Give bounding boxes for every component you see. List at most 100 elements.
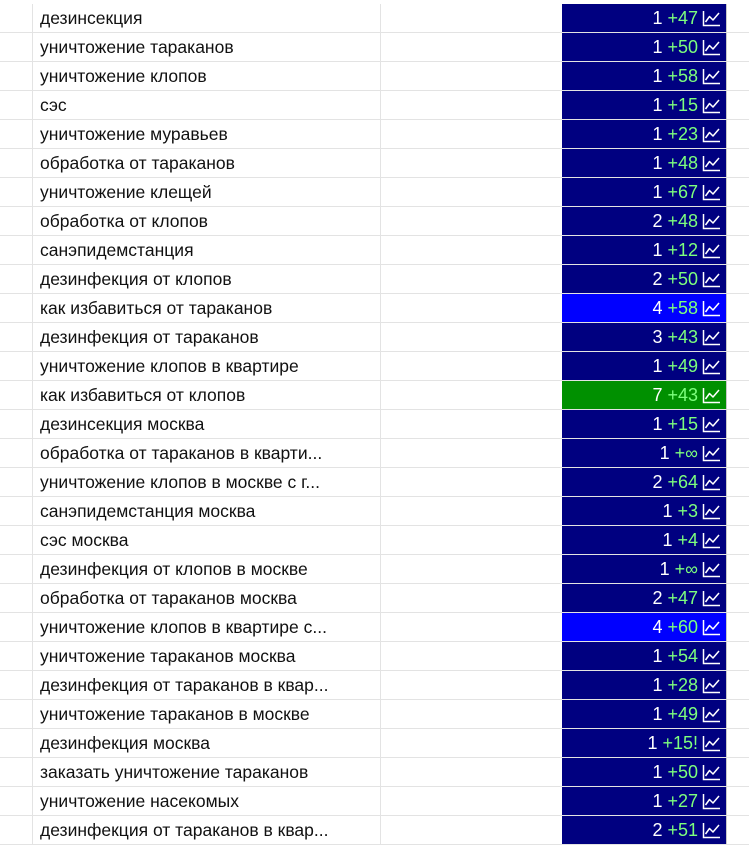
chart-icon[interactable]	[702, 764, 721, 781]
keyword-cell[interactable]: дезинфекция от клопов	[33, 265, 381, 293]
table-row[interactable]: уничтожение клопов в квартире 1 +49	[0, 352, 749, 381]
position-cell[interactable]: 1 +54	[562, 642, 727, 670]
table-row[interactable]: дезинфекция от клопов 2 +50	[0, 265, 749, 294]
position-cell[interactable]: 1 +∞	[562, 555, 727, 583]
keyword-cell[interactable]: дезинфекция москва	[33, 729, 381, 757]
keyword-cell[interactable]: обработка от тараканов	[33, 149, 381, 177]
chart-icon[interactable]	[702, 10, 721, 27]
chart-icon[interactable]	[702, 68, 721, 85]
chart-icon[interactable]	[702, 706, 721, 723]
chart-icon[interactable]	[702, 416, 721, 433]
keyword-cell[interactable]: обработка от тараканов в кварти...	[33, 439, 381, 467]
keyword-cell[interactable]: заказать уничтожение тараканов	[33, 758, 381, 786]
position-cell[interactable]: 1 +4	[562, 526, 727, 554]
keyword-cell[interactable]: сэс москва	[33, 526, 381, 554]
position-cell[interactable]: 1 +∞	[562, 439, 727, 467]
table-row[interactable]: уничтожение тараканов 1 +50	[0, 33, 749, 62]
chart-icon[interactable]	[702, 184, 721, 201]
chart-icon[interactable]	[702, 242, 721, 259]
position-cell[interactable]: 3 +43	[562, 323, 727, 351]
table-row[interactable]: дезинсекция 1 +47	[0, 4, 749, 33]
chart-icon[interactable]	[702, 619, 721, 636]
chart-icon[interactable]	[702, 126, 721, 143]
position-cell[interactable]: 1 +15	[562, 91, 727, 119]
chart-icon[interactable]	[702, 300, 721, 317]
chart-icon[interactable]	[702, 793, 721, 810]
keyword-cell[interactable]: дезинфекция от тараканов	[33, 323, 381, 351]
chart-icon[interactable]	[702, 387, 721, 404]
keyword-cell[interactable]: как избавиться от клопов	[33, 381, 381, 409]
table-row[interactable]: обработка от клопов 2 +48	[0, 207, 749, 236]
keyword-cell[interactable]: сэс	[33, 91, 381, 119]
chart-icon[interactable]	[702, 590, 721, 607]
chart-icon[interactable]	[702, 271, 721, 288]
chart-icon[interactable]	[702, 648, 721, 665]
keyword-cell[interactable]: дезинсекция	[33, 4, 381, 32]
chart-icon[interactable]	[702, 474, 721, 491]
chart-icon[interactable]	[702, 39, 721, 56]
position-cell[interactable]: 1 +67	[562, 178, 727, 206]
table-row[interactable]: обработка от тараканов 1 +48	[0, 149, 749, 178]
chart-icon[interactable]	[702, 155, 721, 172]
table-row[interactable]: сэс 1 +15	[0, 91, 749, 120]
keyword-cell[interactable]: уничтожение тараканов москва	[33, 642, 381, 670]
table-row[interactable]: как избавиться от тараканов 4 +58	[0, 294, 749, 323]
keyword-cell[interactable]: санэпидемстанция москва	[33, 497, 381, 525]
table-row[interactable]: санэпидемстанция москва 1 +3	[0, 497, 749, 526]
table-row[interactable]: уничтожение муравьев 1 +23	[0, 120, 749, 149]
position-cell[interactable]: 1 +58	[562, 62, 727, 90]
keyword-cell[interactable]: уничтожение клопов в квартире с...	[33, 613, 381, 641]
keyword-cell[interactable]: обработка от клопов	[33, 207, 381, 235]
table-row[interactable]: дезинфекция от тараканов в квар... 1 +28	[0, 671, 749, 700]
position-cell[interactable]: 1 +48	[562, 149, 727, 177]
keyword-cell[interactable]: уничтожение тараканов	[33, 33, 381, 61]
position-cell[interactable]: 1 +15!	[562, 729, 727, 757]
table-row[interactable]: обработка от тараканов в кварти... 1 +∞	[0, 439, 749, 468]
position-cell[interactable]: 1 +23	[562, 120, 727, 148]
keyword-cell[interactable]: уничтожение тараканов в москве	[33, 700, 381, 728]
position-cell[interactable]: 1 +28	[562, 671, 727, 699]
chart-icon[interactable]	[702, 329, 721, 346]
chart-icon[interactable]	[702, 358, 721, 375]
position-cell[interactable]: 2 +48	[562, 207, 727, 235]
keyword-cell[interactable]: санэпидемстанция	[33, 236, 381, 264]
table-row[interactable]: уничтожение тараканов москва 1 +54	[0, 642, 749, 671]
position-cell[interactable]: 1 +50	[562, 33, 727, 61]
table-row[interactable]: как избавиться от клопов 7 +43	[0, 381, 749, 410]
chart-icon[interactable]	[702, 735, 721, 752]
keyword-cell[interactable]: дезинфекция от клопов в москве	[33, 555, 381, 583]
keyword-cell[interactable]: уничтожение клопов в квартире	[33, 352, 381, 380]
keyword-cell[interactable]: дезинфекция от тараканов в квар...	[33, 671, 381, 699]
chart-icon[interactable]	[702, 677, 721, 694]
keyword-cell[interactable]: как избавиться от тараканов	[33, 294, 381, 322]
table-row[interactable]: дезинфекция от тараканов в квар... 2 +51	[0, 816, 749, 845]
table-row[interactable]: уничтожение тараканов в москве 1 +49	[0, 700, 749, 729]
table-row[interactable]: уничтожение клопов в квартире с... 4 +60	[0, 613, 749, 642]
chart-icon[interactable]	[702, 503, 721, 520]
chart-icon[interactable]	[702, 213, 721, 230]
position-cell[interactable]: 2 +47	[562, 584, 727, 612]
table-row[interactable]: заказать уничтожение тараканов 1 +50	[0, 758, 749, 787]
position-cell[interactable]: 1 +27	[562, 787, 727, 815]
position-cell[interactable]: 1 +49	[562, 352, 727, 380]
table-row[interactable]: обработка от тараканов москва 2 +47	[0, 584, 749, 613]
keyword-cell[interactable]: уничтожение клопов в москве с г...	[33, 468, 381, 496]
keyword-cell[interactable]: уничтожение клещей	[33, 178, 381, 206]
table-row[interactable]: сэс москва 1 +4	[0, 526, 749, 555]
keyword-cell[interactable]: дезинфекция от тараканов в квар...	[33, 816, 381, 844]
chart-icon[interactable]	[702, 97, 721, 114]
position-cell[interactable]: 2 +50	[562, 265, 727, 293]
table-row[interactable]: уничтожение клещей 1 +67	[0, 178, 749, 207]
table-row[interactable]: уничтожение клопов 1 +58	[0, 62, 749, 91]
chart-icon[interactable]	[702, 532, 721, 549]
table-row[interactable]: дезинфекция от клопов в москве 1 +∞	[0, 555, 749, 584]
table-row[interactable]: уничтожение насекомых 1 +27	[0, 787, 749, 816]
table-row[interactable]: уничтожение клопов в москве с г... 2 +64	[0, 468, 749, 497]
position-cell[interactable]: 4 +60	[562, 613, 727, 641]
position-cell[interactable]: 1 +15	[562, 410, 727, 438]
keyword-cell[interactable]: уничтожение насекомых	[33, 787, 381, 815]
position-cell[interactable]: 7 +43	[562, 381, 727, 409]
keyword-cell[interactable]: уничтожение муравьев	[33, 120, 381, 148]
table-row[interactable]: дезинсекция москва 1 +15	[0, 410, 749, 439]
position-cell[interactable]: 1 +3	[562, 497, 727, 525]
